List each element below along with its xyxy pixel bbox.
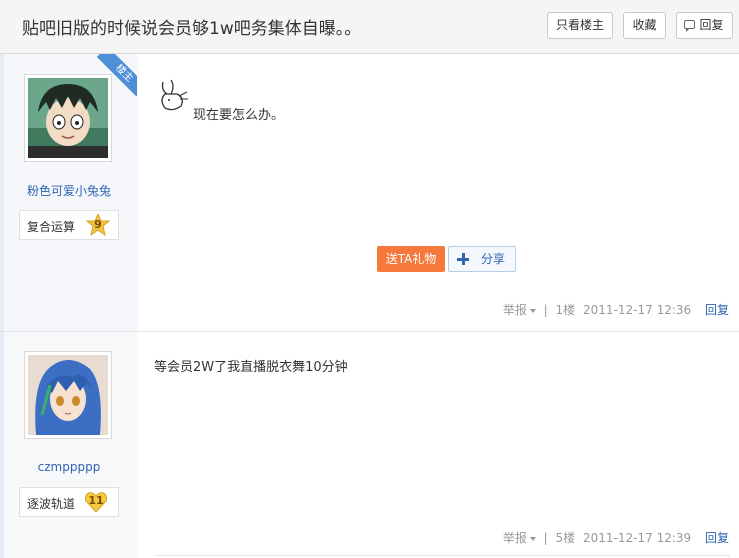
share-label: 分享 [481, 252, 506, 266]
floor-number: 5楼 [555, 531, 576, 545]
report-label: 举报 [502, 303, 527, 317]
level-number: 11 [88, 494, 104, 507]
post-time: 2011-12-17 12:36 [583, 303, 692, 317]
op-tag-label: 楼主 [96, 54, 137, 96]
separator: | [543, 531, 548, 545]
reply-button-label: 回复 [699, 18, 724, 32]
reply-icon [684, 20, 695, 32]
reply-link[interactable]: 回复 [705, 303, 729, 317]
post-floor-5: czmppppp 逐波轨道 11 等会员2W了我直播脱衣舞10分钟 举报 | 5… [0, 332, 739, 558]
author-sidebar: czmppppp 逐波轨道 11 [0, 332, 138, 558]
level-number: 9 [94, 218, 102, 231]
favorite-button[interactable]: 收藏 [623, 12, 666, 39]
report-link[interactable]: 举报 [499, 531, 536, 545]
caret-down-icon [529, 308, 536, 313]
username-link[interactable]: czmppppp [0, 460, 138, 474]
report-label: 举报 [502, 531, 527, 545]
post-meta: 举报 | 1楼 2011-12-17 12:36 回复 [495, 301, 729, 318]
level-badge-icon: 11 [84, 491, 108, 513]
level-box[interactable]: 复合运算 9 [19, 210, 119, 240]
plus-icon [457, 253, 469, 265]
send-gift-button[interactable]: 送TA礼物 [377, 246, 445, 272]
caret-down-icon [529, 536, 536, 541]
post-meta: 举报 | 5楼 2011-12-17 12:39 回复 [495, 529, 729, 546]
bunny-emoticon-icon [161, 79, 188, 111]
report-link[interactable]: 举报 [499, 303, 536, 317]
sidebar-edge [0, 332, 4, 558]
separator: | [543, 303, 548, 317]
level-name: 复合运算 [27, 220, 76, 234]
divider [156, 555, 729, 556]
only-op-button[interactable]: 只看楼主 [547, 12, 613, 39]
post-floor-1: 粉色可爱小兔兔 复合运算 9 楼主 现在要怎么办。 送TA礼物 分享 举报 | [0, 54, 739, 332]
reply-button[interactable]: 回复 [676, 12, 733, 39]
avatar-image [28, 355, 108, 435]
share-button[interactable]: 分享 [448, 246, 516, 272]
username-link[interactable]: 粉色可爱小兔兔 [0, 182, 138, 199]
post-content: 等会员2W了我直播脱衣舞10分钟 [154, 360, 348, 375]
post-content: 现在要怎么办。 [193, 108, 285, 123]
post-time: 2011-12-17 12:39 [583, 531, 692, 545]
level-name: 逐波轨道 [27, 497, 76, 511]
floor-number: 1楼 [555, 303, 576, 317]
level-badge-icon: 9 [85, 212, 111, 237]
thread-header: 贴吧旧版的时候说会员够1w吧务集体自曝。。 只看楼主 收藏 回复 [0, 0, 739, 54]
level-box[interactable]: 逐波轨道 11 [19, 487, 119, 517]
op-corner-tag: 楼主 [95, 54, 137, 96]
thread-title: 贴吧旧版的时候说会员够1w吧务集体自曝。。 [22, 19, 362, 39]
avatar[interactable] [24, 351, 112, 439]
reply-link[interactable]: 回复 [705, 531, 729, 545]
